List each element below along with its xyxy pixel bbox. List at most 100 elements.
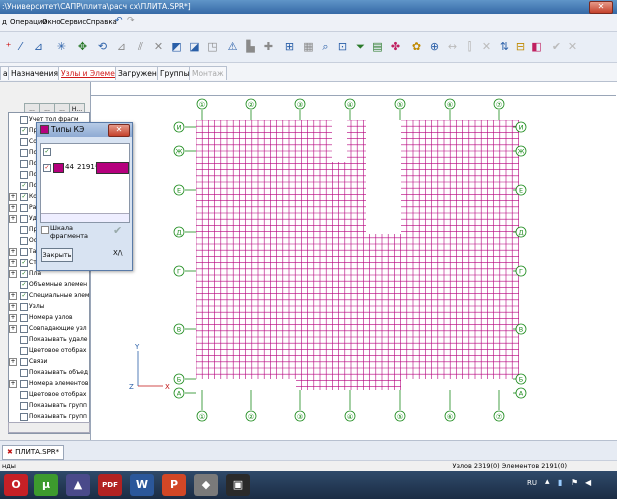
warning-tool-icon[interactable]: ⚠ bbox=[226, 40, 239, 53]
tree-row[interactable]: Цветовое отобрах bbox=[9, 346, 89, 356]
tree-row[interactable]: + Совпадающие узл bbox=[9, 324, 89, 334]
tree-checkbox[interactable] bbox=[20, 237, 28, 245]
tree-checkbox[interactable]: ✓ bbox=[20, 259, 28, 267]
node-insert-icon[interactable]: ⊕ bbox=[428, 40, 441, 53]
type-row-checkbox[interactable]: ✓ bbox=[43, 164, 51, 172]
app-icon[interactable]: ▲ bbox=[66, 474, 90, 496]
tree-row[interactable]: + Узлы bbox=[9, 302, 89, 312]
expand-icon[interactable]: + bbox=[9, 259, 17, 267]
tree-checkbox[interactable] bbox=[20, 358, 28, 366]
bar-tool-icon[interactable]: ⁄ bbox=[14, 40, 27, 53]
dialog-tool-icon[interactable]: X/\ bbox=[113, 249, 123, 257]
tab-assembly[interactable]: Монтаж bbox=[189, 66, 227, 80]
utorrent-icon[interactable]: µ bbox=[34, 474, 58, 496]
element-types-list[interactable]: ✓ ✓ 44 2191* bbox=[40, 143, 130, 223]
expand-icon[interactable]: + bbox=[9, 314, 17, 322]
table-tool-icon[interactable]: ▤ bbox=[371, 40, 384, 53]
word-icon[interactable]: W bbox=[130, 474, 154, 496]
lira-icon[interactable]: ◆ bbox=[194, 474, 218, 496]
tree-checkbox[interactable] bbox=[20, 138, 28, 146]
tree-checkbox[interactable] bbox=[20, 413, 28, 421]
tree-checkbox[interactable] bbox=[20, 336, 28, 344]
tree-checkbox[interactable] bbox=[20, 314, 28, 322]
volume-icon[interactable]: ◀ bbox=[585, 478, 591, 487]
expand-icon[interactable]: + bbox=[9, 358, 17, 366]
disabled-tool-2-icon[interactable]: ⫿ bbox=[463, 40, 476, 53]
frame-tool-icon[interactable]: ⊡ bbox=[336, 40, 349, 53]
tree-checkbox[interactable] bbox=[20, 380, 28, 388]
tree-checkbox[interactable] bbox=[20, 391, 28, 399]
list-hscrollbar[interactable] bbox=[41, 213, 129, 222]
dialog-title-bar[interactable]: Типы КЭ ✕ bbox=[37, 123, 132, 137]
tab-groups[interactable]: Группы bbox=[157, 66, 193, 80]
apply-icon[interactable]: ✔ bbox=[113, 224, 122, 237]
tree-checkbox[interactable] bbox=[20, 248, 28, 256]
pin-tool-icon[interactable]: ✤ bbox=[389, 40, 402, 53]
tree-checkbox[interactable] bbox=[20, 149, 28, 157]
undo-icon[interactable]: ↶ bbox=[115, 16, 123, 26]
tree-checkbox[interactable] bbox=[20, 369, 28, 377]
menu-item-window[interactable]: Окно bbox=[42, 18, 61, 26]
redo-icon[interactable]: ↷ bbox=[127, 16, 135, 26]
expand-icon[interactable]: + bbox=[9, 204, 17, 212]
grid-tool-icon[interactable]: ✳ bbox=[55, 40, 68, 53]
menu-item-service[interactable]: Сервис bbox=[60, 18, 86, 26]
mesh-tool-icon[interactable]: ▦ bbox=[302, 40, 315, 53]
move-tool-icon[interactable]: ✥ bbox=[76, 40, 89, 53]
dialog-close-button[interactable]: ✕ bbox=[108, 124, 130, 137]
expand-icon[interactable]: + bbox=[9, 215, 17, 223]
tree-row[interactable]: + ✓ Специальные элем bbox=[9, 291, 89, 301]
divide-tool-icon[interactable]: ✕ bbox=[152, 40, 165, 53]
tree-row[interactable]: + Связи bbox=[9, 357, 89, 367]
select-all-checkbox[interactable]: ✓ bbox=[43, 148, 51, 156]
close-window-button[interactable]: ✕ bbox=[589, 1, 613, 14]
mesh-drawing[interactable]: ①①②②③③④④⑤⑤⑥⑥⑦⑦И ИЖ ЖЕ ЕД ДГ ГВ ВБ БА АYZ X bbox=[91, 96, 616, 441]
expand-icon[interactable]: + bbox=[9, 292, 17, 300]
tree-checkbox[interactable]: ✓ bbox=[20, 193, 28, 201]
sort-tool-icon[interactable]: ⇅ bbox=[498, 40, 511, 53]
apply-disabled-icon[interactable]: ✔ bbox=[550, 40, 563, 53]
pdf-icon[interactable]: PDF bbox=[98, 474, 122, 496]
tree-checkbox[interactable]: ✓ bbox=[20, 182, 28, 190]
copy-tool-icon[interactable]: ⫽ bbox=[134, 40, 147, 53]
zoom-tool-icon[interactable]: ⌕ bbox=[319, 40, 332, 53]
tab-assignments[interactable]: Назначения bbox=[8, 66, 62, 80]
palette-tool-icon[interactable]: ✿ bbox=[410, 40, 423, 53]
expand-icon[interactable]: + bbox=[9, 193, 17, 201]
mirror-tool-icon[interactable]: ⊿ bbox=[115, 40, 128, 53]
expand-icon[interactable]: + bbox=[9, 270, 17, 278]
tree-checkbox[interactable] bbox=[20, 325, 28, 333]
dialog-close-text-button[interactable]: Закрыть bbox=[41, 248, 73, 262]
report-tool-icon[interactable]: ◧ bbox=[530, 40, 543, 53]
tree-checkbox[interactable]: ✓ bbox=[20, 127, 28, 135]
tree-checkbox[interactable] bbox=[20, 215, 28, 223]
section-tool-icon[interactable]: ◪ bbox=[188, 40, 201, 53]
rotate-tool-icon[interactable]: ⟲ bbox=[96, 40, 109, 53]
tree-row[interactable]: + Номера узлов bbox=[9, 313, 89, 323]
cancel-disabled-icon[interactable]: ✕ bbox=[566, 40, 579, 53]
disabled-tool-1-icon[interactable]: ↔ bbox=[446, 40, 459, 53]
tree-row[interactable]: Показывать удале bbox=[9, 335, 89, 345]
filter-tool-icon[interactable]: ◳ bbox=[206, 40, 219, 53]
menu-item-file[interactable]: д bbox=[2, 18, 7, 26]
expand-icon[interactable]: + bbox=[9, 325, 17, 333]
tree-row[interactable]: ✓ Объемные элемен bbox=[9, 280, 89, 290]
disabled-tool-3-icon[interactable]: ✕ bbox=[480, 40, 493, 53]
menu-item-help[interactable]: Справка bbox=[86, 18, 117, 26]
tree-hscrollbar[interactable] bbox=[8, 422, 90, 433]
expand-icon[interactable]: + bbox=[9, 248, 17, 256]
tree-checkbox[interactable] bbox=[20, 347, 28, 355]
tree-checkbox[interactable] bbox=[20, 116, 28, 124]
flag-icon[interactable]: ⚑ bbox=[571, 478, 578, 487]
powerpoint-icon[interactable]: P bbox=[162, 474, 186, 496]
tree-checkbox[interactable] bbox=[20, 171, 28, 179]
tree-checkbox[interactable]: ✓ bbox=[20, 270, 28, 278]
tree-checkbox[interactable]: ✓ bbox=[20, 292, 28, 300]
tree-checkbox[interactable] bbox=[20, 204, 28, 212]
tree-row[interactable]: + Номера элементов bbox=[9, 379, 89, 389]
model-canvas[interactable]: ①①②②③③④④⑤⑤⑥⑥⑦⑦ИИЖЖЕЕДДГГВВББААYZX bbox=[90, 95, 616, 441]
tree-checkbox[interactable]: ✓ bbox=[20, 281, 28, 289]
tree-checkbox[interactable] bbox=[20, 226, 28, 234]
chart-tool-icon[interactable]: ▙ bbox=[244, 40, 257, 53]
tree-checkbox[interactable] bbox=[20, 303, 28, 311]
